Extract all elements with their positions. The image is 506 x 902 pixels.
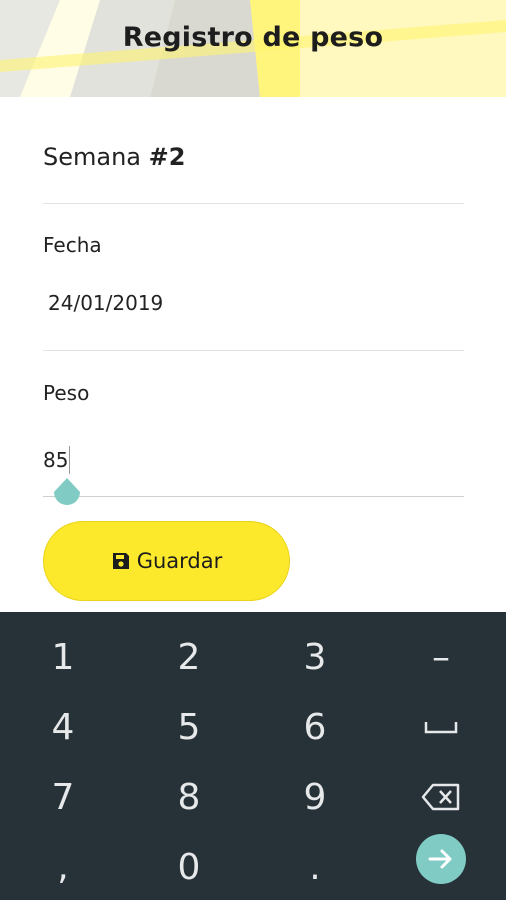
divider <box>43 203 464 204</box>
key-8[interactable]: 8 <box>126 762 252 832</box>
space-bar-icon <box>424 722 458 734</box>
save-button[interactable]: Guardar <box>43 521 290 601</box>
key-backspace[interactable] <box>378 762 504 832</box>
page-title: Registro de peso <box>122 22 384 53</box>
next-button[interactable] <box>416 834 466 884</box>
week-heading: Semana #2 <box>43 143 185 171</box>
key-minus[interactable]: – <box>378 622 504 692</box>
backspace-icon <box>421 783 460 811</box>
week-label: Semana <box>43 143 142 171</box>
app-header: Registro de peso <box>0 0 506 97</box>
key-0[interactable]: 0 <box>126 832 252 902</box>
fecha-label: Fecha <box>43 233 102 257</box>
key-9[interactable]: 9 <box>252 762 378 832</box>
key-1[interactable]: 1 <box>0 622 126 692</box>
peso-label: Peso <box>43 381 90 405</box>
save-button-label: Guardar <box>136 549 223 573</box>
text-selection-handle[interactable] <box>53 478 81 510</box>
key-3[interactable]: 3 <box>252 622 378 692</box>
key-period[interactable]: . <box>252 832 378 902</box>
peso-value: 85 <box>43 448 69 472</box>
key-7[interactable]: 7 <box>0 762 126 832</box>
text-cursor <box>69 446 71 474</box>
fecha-field[interactable]: 24/01/2019 <box>48 291 163 315</box>
numeric-keyboard: 1 2 3 – 4 5 6 7 8 9 , 0 . <box>0 612 506 900</box>
key-space[interactable] <box>378 692 504 762</box>
key-comma[interactable]: , <box>0 832 126 902</box>
key-2[interactable]: 2 <box>126 622 252 692</box>
week-number: #2 <box>148 143 186 171</box>
key-4[interactable]: 4 <box>0 692 126 762</box>
divider <box>43 350 464 351</box>
floppy-disk-icon <box>112 553 129 569</box>
key-next[interactable] <box>378 824 504 894</box>
peso-input-underline <box>43 496 464 497</box>
arrow-right-icon <box>428 849 452 869</box>
key-6[interactable]: 6 <box>252 692 378 762</box>
key-5[interactable]: 5 <box>126 692 252 762</box>
peso-input[interactable]: 85 <box>43 446 71 474</box>
